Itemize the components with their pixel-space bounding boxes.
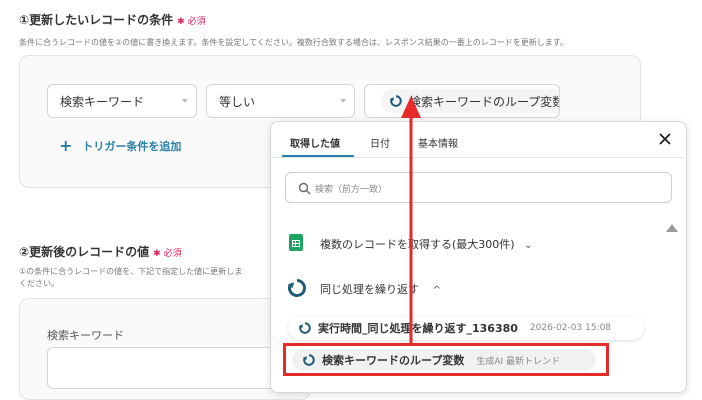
chevron-down-icon xyxy=(340,99,346,103)
section2-description-line2: ください。 xyxy=(19,279,59,288)
required-badge: ✱ 必須 xyxy=(177,17,206,27)
highlight-box xyxy=(283,343,609,376)
value-input[interactable]: 検索キーワードのループ変数 xyxy=(364,84,560,118)
group-get-records[interactable]: 複数のレコードを取得する(最大300件) ⌄ xyxy=(320,236,532,252)
scroll-up-arrow[interactable] xyxy=(666,224,678,232)
section1-title: ①更新したいレコードの条件 ✱ 必須 xyxy=(19,13,206,27)
section2-title: ②更新後のレコードの値 ✱ 必須 xyxy=(19,245,182,259)
arrow-annotation-icon xyxy=(401,96,421,346)
tab-date[interactable]: 日付 xyxy=(370,135,390,150)
loop-icon xyxy=(287,279,306,297)
add-condition-button[interactable]: + トリガー条件を追加 xyxy=(59,138,181,154)
field-label: 検索キーワード xyxy=(47,329,124,342)
section2-description-line1: ①の条件に合うレコードの値を、下記で指定した値に更新しま xyxy=(19,267,243,276)
chevron-down-icon: ⌄ xyxy=(524,240,533,251)
operator-select[interactable]: 等しい xyxy=(206,84,355,118)
sheets-icon xyxy=(289,234,303,251)
search-icon xyxy=(298,182,311,195)
field-select[interactable]: 検索キーワード xyxy=(47,84,197,118)
required-badge: ✱ 必須 xyxy=(153,249,182,259)
tab-acquired-values[interactable]: 取得した値 xyxy=(290,135,340,150)
chevron-down-icon xyxy=(182,99,188,103)
tab-divider xyxy=(271,157,684,158)
plus-icon: + xyxy=(59,136,73,155)
list-item[interactable]: 実行時間_同じ処理を繰り返す_136380 2026-02-03 15:08 xyxy=(288,316,644,340)
section1-description: 条件に合うレコードの値を②の値に書き換えます。条件を設定してください。複数行合致… xyxy=(19,38,568,47)
close-icon[interactable] xyxy=(657,131,673,147)
chevron-up-icon: ^ xyxy=(432,285,441,296)
loop-icon xyxy=(299,322,311,334)
search-input[interactable]: 検索（前方一致） xyxy=(285,172,672,203)
